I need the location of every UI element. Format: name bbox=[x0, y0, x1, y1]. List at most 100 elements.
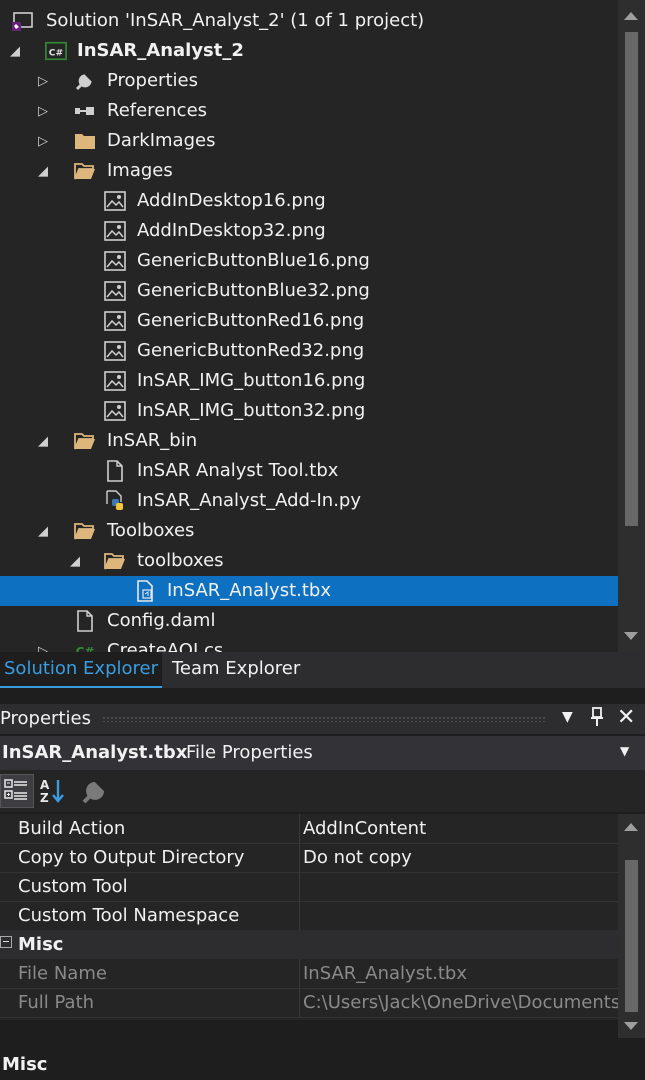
collapse-box-icon[interactable] bbox=[0, 936, 12, 948]
properties-toolbar: AZ bbox=[0, 770, 645, 812]
tree-row-selected-toolbox[interactable]: InSAR_Analyst.tbx bbox=[0, 576, 618, 606]
image-file-icon bbox=[104, 250, 126, 272]
scrollbar-thumb[interactable] bbox=[625, 32, 638, 526]
tree-row-solution[interactable]: Solution 'InSAR_Analyst_2' (1 of 1 proje… bbox=[0, 6, 618, 36]
image-file-icon bbox=[104, 400, 126, 422]
collapse-arrow-icon[interactable]: ◢ bbox=[36, 434, 50, 449]
property-row[interactable]: Custom Tool Namespace bbox=[0, 901, 618, 931]
column-divider[interactable] bbox=[299, 843, 300, 872]
column-divider[interactable] bbox=[299, 872, 300, 901]
tab-solution-explorer[interactable]: Solution Explorer bbox=[0, 652, 162, 688]
solution-label: Solution 'InSAR_Analyst_2' (1 of 1 proje… bbox=[46, 10, 425, 31]
column-divider[interactable] bbox=[299, 901, 300, 930]
tree-row-config[interactable]: Config.daml bbox=[0, 606, 618, 636]
tree-row-references[interactable]: ▷ References bbox=[0, 96, 618, 126]
category-row-misc[interactable]: Misc bbox=[0, 930, 618, 959]
tree-label-image-file: AddInDesktop32.png bbox=[137, 220, 326, 241]
property-row[interactable]: Custom Tool bbox=[0, 872, 618, 902]
folder-open-icon bbox=[74, 430, 96, 452]
scroll-down-icon[interactable] bbox=[624, 1022, 638, 1030]
tree-label-image-file: AddInDesktop16.png bbox=[137, 190, 326, 211]
tree-row-image-file[interactable]: InSAR_IMG_button32.png bbox=[0, 396, 618, 426]
property-name: Build Action bbox=[18, 818, 126, 839]
column-divider[interactable] bbox=[299, 988, 300, 1017]
tree-label-toolboxes-sub: toolboxes bbox=[137, 550, 224, 571]
tree-row-image-file[interactable]: AddInDesktop16.png bbox=[0, 186, 618, 216]
csharp-file-icon: C# bbox=[74, 640, 96, 652]
tree-row-image-file[interactable]: GenericButtonRed16.png bbox=[0, 306, 618, 336]
tree-row-tbx-file[interactable]: InSAR Analyst Tool.tbx bbox=[0, 456, 618, 486]
tree-label-createaoi: CreateAOI.cs bbox=[107, 640, 224, 652]
properties-object-selector[interactable]: InSAR_Analyst.tbx File Properties ▼ bbox=[0, 736, 645, 770]
expand-arrow-icon[interactable]: ▷ bbox=[36, 74, 50, 89]
tree-label-images: Images bbox=[107, 160, 173, 181]
object-name: InSAR_Analyst.tbx bbox=[2, 742, 188, 763]
column-divider[interactable] bbox=[299, 814, 300, 843]
scroll-down-icon[interactable] bbox=[624, 632, 638, 640]
property-value: InSAR_Analyst.tbx bbox=[303, 963, 467, 984]
close-icon[interactable]: ✕ bbox=[617, 706, 635, 730]
column-divider[interactable] bbox=[299, 959, 300, 988]
description-title: Misc bbox=[2, 1054, 48, 1075]
property-value[interactable]: Do not copy bbox=[303, 847, 618, 869]
collapse-arrow-icon[interactable]: ◢ bbox=[36, 524, 50, 539]
folder-open-icon bbox=[74, 160, 96, 182]
tree-row-python-file[interactable]: InSAR_Analyst_Add-In.py bbox=[0, 486, 618, 516]
tree-label-references: References bbox=[107, 100, 208, 121]
window-menu-icon[interactable]: ▼ bbox=[562, 709, 573, 725]
wrench-icon bbox=[74, 70, 96, 92]
tree-row-createaoi[interactable]: ▷ C# CreateAOI.cs bbox=[0, 636, 618, 652]
property-pages-icon[interactable] bbox=[80, 776, 110, 811]
tree-label-tbx-file: InSAR Analyst Tool.tbx bbox=[137, 460, 339, 481]
tree-label-image-file: InSAR_IMG_button32.png bbox=[137, 400, 366, 421]
property-row[interactable]: Full Path C:\Users\Jack\OneDrive\Documen… bbox=[0, 988, 618, 1018]
collapse-arrow-icon[interactable]: ◢ bbox=[8, 44, 22, 59]
csharp-project-icon: C# bbox=[45, 40, 67, 62]
categorized-view-icon[interactable] bbox=[0, 774, 34, 808]
pin-icon[interactable] bbox=[590, 707, 604, 732]
explorer-tabs: Solution Explorer Team Explorer bbox=[0, 652, 645, 688]
tree-row-image-file[interactable]: GenericButtonBlue16.png bbox=[0, 246, 618, 276]
tree-label-insar-bin: InSAR_bin bbox=[107, 430, 198, 451]
tree-label-config: Config.daml bbox=[107, 610, 216, 631]
tree-row-properties[interactable]: ▷ Properties bbox=[0, 66, 618, 96]
expand-arrow-icon[interactable]: ▷ bbox=[36, 644, 50, 653]
property-grid-scrollbar[interactable] bbox=[618, 814, 645, 1038]
tree-row-image-file[interactable]: InSAR_IMG_button16.png bbox=[0, 366, 618, 396]
chevron-down-icon[interactable]: ▼ bbox=[620, 744, 629, 758]
tree-row-insar-bin[interactable]: ◢ InSAR_bin bbox=[0, 426, 618, 456]
collapse-arrow-icon[interactable]: ◢ bbox=[68, 554, 82, 569]
tree-row-images[interactable]: ◢ Images bbox=[0, 156, 618, 186]
alphabetical-sort-icon[interactable]: AZ bbox=[38, 776, 68, 811]
expand-arrow-icon[interactable]: ▷ bbox=[36, 104, 50, 119]
tree-label-python-file: InSAR_Analyst_Add-In.py bbox=[137, 490, 361, 511]
property-row[interactable]: File Name InSAR_Analyst.tbx bbox=[0, 959, 618, 989]
property-name: Custom Tool bbox=[18, 876, 128, 897]
toolbox-file-icon bbox=[135, 580, 157, 602]
image-file-icon bbox=[104, 340, 126, 362]
tab-team-explorer[interactable]: Team Explorer bbox=[168, 652, 304, 686]
expand-arrow-icon[interactable]: ▷ bbox=[36, 134, 50, 149]
scroll-up-icon[interactable] bbox=[624, 12, 638, 20]
tree-row-toolboxes[interactable]: ◢ Toolboxes bbox=[0, 516, 618, 546]
tree-label-toolboxes: Toolboxes bbox=[107, 520, 195, 541]
tree-row-image-file[interactable]: AddInDesktop32.png bbox=[0, 216, 618, 246]
tree-row-toolboxes-sub[interactable]: ◢ toolboxes bbox=[0, 546, 618, 576]
tree-row-image-file[interactable]: GenericButtonRed32.png bbox=[0, 336, 618, 366]
property-name: Full Path bbox=[18, 992, 95, 1013]
property-row[interactable]: Copy to Output Directory Do not copy bbox=[0, 843, 618, 873]
tree-row-image-file[interactable]: GenericButtonBlue32.png bbox=[0, 276, 618, 306]
scroll-up-icon[interactable] bbox=[624, 823, 638, 831]
image-file-icon bbox=[104, 370, 126, 392]
drag-grip[interactable] bbox=[102, 716, 547, 722]
tree-row-project[interactable]: ◢ C# InSAR_Analyst_2 bbox=[0, 36, 618, 66]
collapse-arrow-icon[interactable]: ◢ bbox=[36, 164, 50, 179]
property-value[interactable]: AddInContent bbox=[303, 818, 618, 840]
properties-title-bar: Properties ▼ ✕ bbox=[0, 704, 645, 734]
tree-label-properties: Properties bbox=[107, 70, 198, 91]
tree-row-darkimages[interactable]: ▷ DarkImages bbox=[0, 126, 618, 156]
property-row[interactable]: Build Action AddInContent bbox=[0, 814, 618, 844]
references-icon bbox=[74, 100, 96, 122]
scrollbar-thumb[interactable] bbox=[625, 860, 638, 1012]
tree-scrollbar[interactable] bbox=[618, 0, 645, 652]
